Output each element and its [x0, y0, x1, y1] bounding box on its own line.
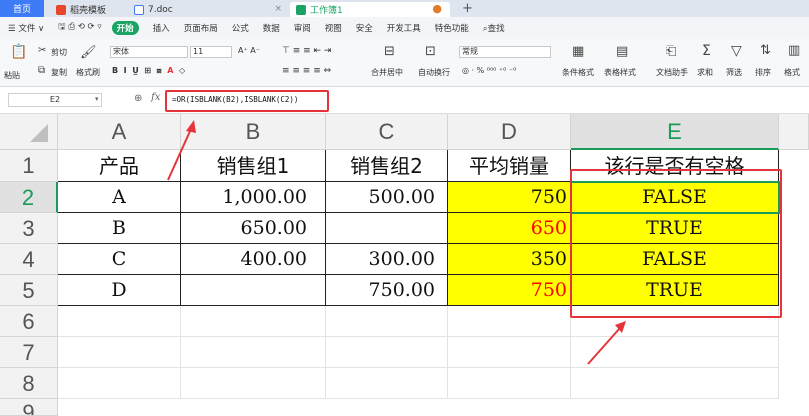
annotation-arrows — [167, 120, 626, 365]
menu-data[interactable]: 数据 — [263, 22, 280, 34]
chevron-down-icon[interactable]: ▾ — [95, 95, 99, 103]
text-style-icons[interactable]: B I U̲ ⊞ ⧈ A ◇ — [112, 66, 185, 76]
tab-templates-label: 稻壳模板 — [70, 6, 107, 16]
conditional-format-icon[interactable]: ▦ — [572, 44, 584, 59]
tab-doc-label: 7.doc — [148, 4, 173, 15]
sum-icon[interactable]: Σ — [702, 43, 711, 59]
menu-start[interactable]: 开始 — [111, 21, 139, 35]
tab-sheet-label: 工作簿1 — [310, 6, 343, 16]
format-painter-button[interactable]: 格式刷 — [76, 67, 100, 78]
wrap-text-icon[interactable]: ⊡ — [425, 44, 436, 59]
paste-button[interactable]: 粘贴 — [4, 70, 20, 81]
conditional-format-button[interactable]: 条件格式 — [562, 67, 594, 78]
formula-input[interactable]: =OR(ISBLANK(B2),ISBLANK(C2)) — [172, 95, 298, 104]
quick-tools-icons[interactable]: 🖫 ⎙ ⟲ ⟳ ▿ — [58, 21, 101, 35]
doc-helper-button[interactable]: 文档助手 — [656, 67, 688, 78]
table-style-button[interactable]: 表格样式 — [604, 67, 636, 78]
menu-file-label: 文件 — [18, 24, 36, 34]
font-name-select[interactable]: 宋体 — [110, 46, 188, 58]
menu-features[interactable]: 特色功能 — [435, 22, 469, 34]
formula-bar: E2 ▾ ⊕ fx =OR(ISBLANK(B2),ISBLANK(C2)) — [0, 87, 809, 114]
name-box[interactable]: E2 — [8, 93, 102, 107]
menu-page-layout[interactable]: 页面布局 — [184, 22, 218, 34]
ribbon-toolbar: 📋 粘贴 ✂ 剪切 ⧉ 复制 🖌 格式刷 宋体 11 A⁺ A⁻ B I U̲ … — [0, 39, 809, 87]
menu-developer[interactable]: 开发工具 — [387, 22, 421, 34]
table-style-icon[interactable]: ▤ — [616, 44, 628, 59]
new-tab-button[interactable]: + — [462, 1, 473, 16]
menu-formulas[interactable]: 公式 — [232, 22, 249, 34]
tab-sheet[interactable]: 工作簿1 ● — [290, 2, 450, 17]
writer-doc-icon — [134, 4, 144, 15]
spreadsheet-icon — [296, 4, 306, 15]
arrow-to-formula-line — [167, 128, 192, 181]
paste-icon[interactable]: 📋 — [10, 44, 27, 60]
docer-icon — [56, 4, 66, 15]
scissors-icon[interactable]: ✂ — [38, 45, 46, 56]
arrow-to-formula-head — [186, 120, 196, 133]
menu-review[interactable]: 审阅 — [294, 22, 311, 34]
number-style-icons[interactable]: ◎ · % ⁰⁰⁰ ⁺⁰ ⁻⁰ — [462, 66, 516, 75]
menu-view[interactable]: 视图 — [325, 22, 342, 34]
format-painter-icon[interactable]: 🖌 — [80, 45, 97, 60]
sort-icon[interactable]: ⇅ — [760, 43, 771, 58]
number-format-select[interactable]: 常规 — [459, 46, 551, 58]
arrow-to-results-line — [587, 327, 621, 365]
tab-home-label: 首页 — [12, 5, 31, 15]
menu-file[interactable]: ☰ 文件 ∨ — [8, 22, 44, 34]
close-tab-icon[interactable]: × — [274, 4, 282, 14]
menu-security[interactable]: 安全 — [356, 22, 373, 34]
menu-insert[interactable]: 插入 — [153, 22, 170, 34]
filter-icon[interactable]: ▽ — [731, 43, 742, 59]
fx-icon[interactable]: fx — [151, 92, 160, 103]
menu-search[interactable]: ⌕查找 — [483, 22, 505, 34]
unsaved-dot-icon: ● — [432, 2, 442, 15]
sum-button[interactable]: 求和 — [697, 67, 713, 78]
align-row-icons[interactable]: ≡ ≡ ≡ ≡ ⇔ — [282, 66, 331, 76]
merge-center-button[interactable]: 合并居中 — [371, 67, 403, 78]
spreadsheet-grid: A B C D E 1 2 3 4 5 6 7 8 9 产品 销售组1 销售组2… — [0, 114, 809, 416]
tab-doc[interactable]: 7.doc × — [128, 2, 290, 17]
wrap-text-button[interactable]: 自动换行 — [418, 67, 450, 78]
sort-button[interactable]: 排序 — [755, 67, 771, 78]
menu-search-label: 查找 — [487, 24, 505, 34]
zoom-icon[interactable]: ⊕ — [134, 93, 142, 104]
font-size-select[interactable]: 11 — [190, 46, 232, 58]
tab-bar: 首页 稻壳模板 7.doc × 工作簿1 ● + — [0, 0, 809, 17]
copy-icon[interactable]: ⧉ — [38, 65, 45, 76]
menu-bar: ☰ 文件 ∨ 🖫 ⎙ ⟲ ⟳ ▿ 开始 插入 页面布局 公式 数据 审阅 视图 … — [0, 17, 809, 39]
tab-home[interactable]: 首页 — [0, 0, 44, 17]
copy-button[interactable]: 复制 — [51, 67, 67, 78]
tab-templates[interactable]: 稻壳模板 — [50, 2, 128, 17]
align-top-icons[interactable]: ⊤ ≡ ≡ ⇤ ⇥ — [282, 46, 331, 56]
doc-helper-icon[interactable]: ⎗ — [666, 44, 676, 59]
merge-center-icon[interactable]: ⊟ — [384, 44, 395, 59]
filter-button[interactable]: 筛选 — [726, 67, 742, 78]
cut-button[interactable]: 剪切 — [51, 47, 67, 58]
font-grow-icon[interactable]: A⁺ A⁻ — [238, 46, 260, 55]
format-icon[interactable]: ▥ — [788, 43, 800, 58]
format-button[interactable]: 格式 — [784, 67, 800, 78]
